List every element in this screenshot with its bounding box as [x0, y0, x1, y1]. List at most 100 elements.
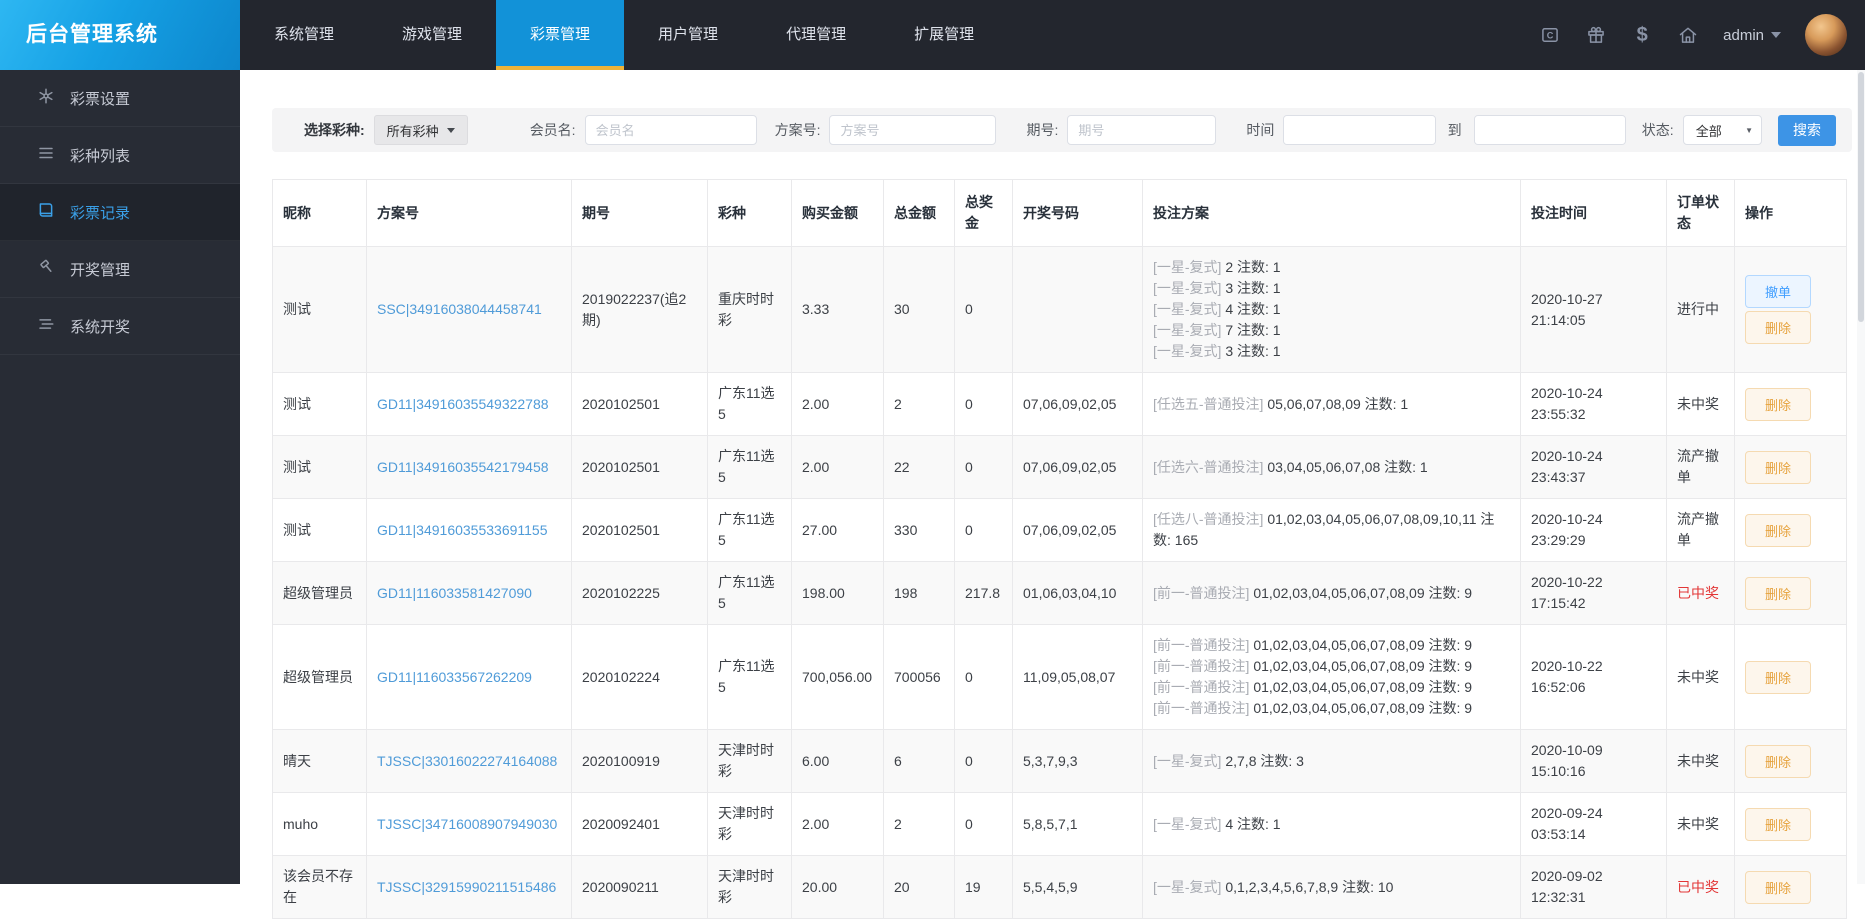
sidebar-item-彩种列表[interactable]: 彩种列表: [0, 127, 240, 184]
status-filter-label: 状态:: [1642, 120, 1674, 140]
delete-button[interactable]: 删除: [1745, 388, 1811, 421]
column-header-方案号: 方案号: [367, 180, 572, 247]
buy-amount-cell: 198.00: [792, 562, 884, 625]
status-select[interactable]: 全部 ▼: [1683, 115, 1762, 145]
nav-tab-代理管理[interactable]: 代理管理: [752, 0, 880, 70]
bet-time-cell: 2020-09-02 12:32:31: [1521, 856, 1667, 919]
orders-table: 昵称方案号期号彩种购买金额总金额总奖金开奖号码投注方案投注时间订单状态操作 测试…: [272, 179, 1847, 919]
home-icon[interactable]: [1677, 24, 1699, 46]
scrollbar-thumb[interactable]: [1858, 72, 1864, 322]
lottery-select-value: 所有彩种: [387, 121, 439, 140]
vertical-scrollbar[interactable]: [1857, 70, 1865, 884]
delete-button[interactable]: 删除: [1745, 577, 1811, 610]
sidebar-item-开奖管理[interactable]: 开奖管理: [0, 241, 240, 298]
plan-no-cell: TJSSC|34716008907949030: [367, 793, 572, 856]
clear-cache-icon[interactable]: C: [1539, 24, 1561, 46]
draw-numbers-cell: 07,06,09,02,05: [1013, 499, 1143, 562]
table-row: 测试GD11|349160355493227882020102501广东11选5…: [273, 373, 1847, 436]
bet-plan-line: [前一-普通投注] 01,02,03,04,05,06,07,08,09 注数:…: [1153, 583, 1510, 604]
sidebar-item-label: 系统开奖: [70, 316, 130, 337]
bet-plans-cell: [任选六-普通投注] 03,04,05,06,07,08 注数: 1: [1143, 436, 1521, 499]
time-from-input[interactable]: [1284, 116, 1435, 144]
cancel-order-button[interactable]: 撤单: [1745, 275, 1811, 308]
delete-button[interactable]: 删除: [1745, 745, 1811, 778]
total-prize-cell: 0: [955, 730, 1013, 793]
sidebar-item-系统开奖[interactable]: 系统开奖: [0, 298, 240, 355]
avatar[interactable]: [1805, 14, 1847, 56]
nav-tab-系统管理[interactable]: 系统管理: [240, 0, 368, 70]
column-header-购买金额: 购买金额: [792, 180, 884, 247]
total-prize-cell: 0: [955, 436, 1013, 499]
sidebar: 彩票设置彩种列表彩票记录开奖管理系统开奖: [0, 70, 240, 884]
lottery-cell: 广东11选5: [708, 436, 792, 499]
bet-plan-line: [前一-普通投注] 01,02,03,04,05,06,07,08,09 注数:…: [1153, 677, 1510, 698]
bet-time-cell: 2020-09-24 03:53:14: [1521, 793, 1667, 856]
issue-cell: 2020090211: [572, 856, 708, 919]
nav-tab-扩展管理[interactable]: 扩展管理: [880, 0, 1008, 70]
plan-no-link[interactable]: GD11|116033567262209: [377, 669, 532, 685]
search-button[interactable]: 搜索: [1778, 115, 1836, 146]
issue-input[interactable]: [1067, 115, 1216, 145]
plan-no-link[interactable]: GD11|34916035533691155: [377, 522, 548, 538]
order-status-cell: 已中奖: [1667, 856, 1735, 919]
column-header-昵称: 昵称: [273, 180, 367, 247]
delete-button[interactable]: 删除: [1745, 514, 1811, 547]
nav-tab-游戏管理[interactable]: 游戏管理: [368, 0, 496, 70]
delete-button[interactable]: 删除: [1745, 871, 1811, 904]
total-amount-cell: 30: [884, 247, 955, 373]
plan-no-cell: GD11|34916035533691155: [367, 499, 572, 562]
status-badge: 已中奖: [1677, 585, 1719, 601]
user-menu[interactable]: admin: [1723, 27, 1781, 44]
delete-button[interactable]: 删除: [1745, 311, 1811, 344]
total-amount-cell: 330: [884, 499, 955, 562]
gift-icon[interactable]: [1585, 24, 1607, 46]
sidebar-item-彩票设置[interactable]: 彩票设置: [0, 70, 240, 127]
dollar-icon[interactable]: $: [1631, 24, 1653, 46]
plan-no-link[interactable]: TJSSC|34716008907949030: [377, 816, 557, 832]
issue-cell: 2020102501: [572, 373, 708, 436]
plan-no-link[interactable]: GD11|116033581427090: [377, 585, 532, 601]
member-input[interactable]: [585, 115, 757, 145]
lottery-cell: 天津时时彩: [708, 730, 792, 793]
lottery-select[interactable]: 所有彩种: [374, 115, 468, 145]
chevron-down-icon: ▼: [1745, 126, 1753, 135]
column-header-期号: 期号: [572, 180, 708, 247]
nav-tab-用户管理[interactable]: 用户管理: [624, 0, 752, 70]
draw-numbers-cell: 5,5,4,5,9: [1013, 856, 1143, 919]
total-prize-cell: 19: [955, 856, 1013, 919]
nickname-cell: 超级管理员: [273, 562, 367, 625]
plan-no-link[interactable]: GD11|34916035542179458: [377, 459, 549, 475]
bet-time-cell: 2020-10-27 21:14:05: [1521, 247, 1667, 373]
plan-no-cell: GD11|116033581427090: [367, 562, 572, 625]
bet-plans-cell: [一星-复式] 2,7,8 注数: 3: [1143, 730, 1521, 793]
bet-plans-cell: [一星-复式] 2 注数: 1[一星-复式] 3 注数: 1[一星-复式] 4 …: [1143, 247, 1521, 373]
status-badge: 未中奖: [1677, 753, 1719, 769]
time-from-field: [1283, 115, 1435, 145]
nav-tab-彩票管理[interactable]: 彩票管理: [496, 0, 624, 70]
sidebar-item-label: 彩票记录: [70, 202, 130, 223]
column-header-操作: 操作: [1735, 180, 1847, 247]
total-amount-cell: 2: [884, 793, 955, 856]
issue-cell: 2020102225: [572, 562, 708, 625]
plan-input[interactable]: [829, 115, 996, 145]
bet-plan-line: [任选六-普通投注] 03,04,05,06,07,08 注数: 1: [1153, 457, 1510, 478]
actions-cell: 删除: [1735, 373, 1847, 436]
plan-no-link[interactable]: TJSSC|32915990211515486: [377, 879, 556, 895]
sidebar-item-彩票记录[interactable]: 彩票记录: [0, 184, 240, 241]
table-row: 超级管理员GD11|1160335672622092020102224广东11选…: [273, 625, 1847, 730]
column-header-总奖金: 总奖金: [955, 180, 1013, 247]
order-status-cell: 已中奖: [1667, 562, 1735, 625]
delete-button[interactable]: 删除: [1745, 661, 1811, 694]
plan-no-link[interactable]: TJSSC|33016022274164088: [377, 753, 557, 769]
plan-no-link[interactable]: GD11|34916035549322788: [377, 396, 549, 412]
actions-cell: 删除: [1735, 499, 1847, 562]
bet-plan-line: [一星-复式] 4 注数: 1: [1153, 299, 1510, 320]
order-status-cell: 未中奖: [1667, 373, 1735, 436]
bet-plan-line: [一星-复式] 4 注数: 1: [1153, 814, 1510, 835]
issue-filter-label: 期号:: [1026, 120, 1058, 140]
delete-button[interactable]: 删除: [1745, 451, 1811, 484]
plan-no-cell: GD11|116033567262209: [367, 625, 572, 730]
plan-no-link[interactable]: SSC|34916038044458741: [377, 301, 542, 317]
delete-button[interactable]: 删除: [1745, 808, 1811, 841]
time-to-input[interactable]: [1475, 116, 1626, 144]
